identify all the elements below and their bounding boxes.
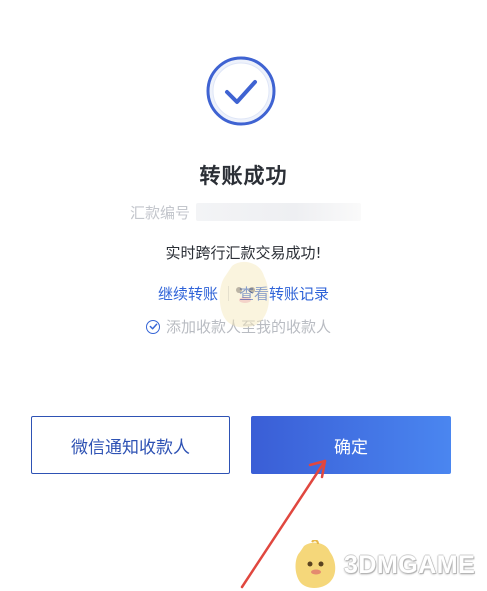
- serial-number-label: 汇款编号: [130, 203, 191, 222]
- result-title: 转账成功: [199, 164, 288, 188]
- serial-number-row: 汇款编号: [130, 202, 362, 222]
- view-transfer-records-link[interactable]: 查看转账记录: [239, 283, 329, 304]
- notify-wechat-button[interactable]: 微信通知收款人: [31, 416, 230, 474]
- continue-transfer-link[interactable]: 继续转账: [158, 283, 218, 304]
- result-message: 实时跨行汇款交易成功!: [165, 244, 322, 262]
- annotation-arrow-icon: [240, 459, 327, 589]
- site-watermark: 3DMGAME: [290, 540, 475, 590]
- confirm-button[interactable]: 确定: [251, 416, 451, 474]
- add-payee-label: 添加收款人至我的收款人: [166, 318, 332, 336]
- serial-number-redacted: [196, 203, 362, 221]
- result-links: 继续转账 查看转账记录: [0, 283, 487, 304]
- checkbox-checked-icon[interactable]: [146, 319, 160, 334]
- watermark-text: 3DMGAME: [344, 550, 476, 579]
- watermark-mascot-icon: [295, 540, 336, 588]
- add-payee-option[interactable]: 添加收款人至我的收款人: [146, 316, 331, 337]
- link-divider: [228, 286, 229, 301]
- transfer-result-page: 转账成功 汇款编号 实时跨行汇款交易成功! 继续转账 查看转账记录 添加收款人至…: [0, 0, 487, 591]
- success-check-icon: [206, 56, 276, 126]
